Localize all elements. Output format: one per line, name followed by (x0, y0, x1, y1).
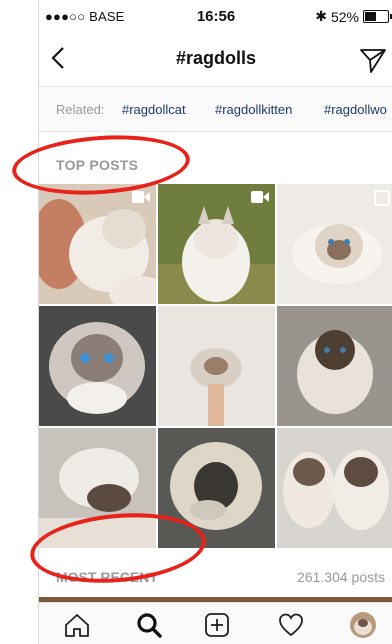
status-bar: ●●●○○ BASE 16:56 ✱ 52% (39, 0, 392, 32)
screenshot: ●●●○○ BASE 16:56 ✱ 52% #ragdolls Related… (0, 0, 392, 644)
page-title: #ragdolls (175, 48, 257, 68)
post-thumbnail[interactable] (158, 306, 275, 426)
video-icon (251, 190, 269, 204)
profile-avatar[interactable] (349, 611, 377, 639)
search-icon[interactable] (135, 611, 163, 639)
add-icon[interactable] (203, 611, 231, 639)
paper-plane-icon[interactable] (359, 46, 387, 74)
home-icon[interactable] (63, 611, 91, 639)
post-thumbnail[interactable] (277, 428, 392, 548)
battery-percent: 52% (330, 8, 359, 25)
post-thumbnail[interactable] (39, 184, 156, 304)
related-tag[interactable]: #ragdollcat (122, 102, 186, 117)
related-tag[interactable]: #ragdollkitten (215, 102, 292, 117)
tab-bar (39, 602, 392, 644)
nav-header: #ragdolls (39, 32, 392, 87)
bluetooth-icon: ✱ (315, 8, 327, 24)
status-right: ✱ 52% (315, 8, 392, 25)
heart-icon[interactable] (277, 611, 305, 639)
post-count: 261.304 posts (297, 569, 385, 585)
video-icon (132, 190, 150, 204)
post-thumbnail[interactable] (277, 184, 392, 304)
post-thumbnail[interactable] (39, 306, 156, 426)
related-tag[interactable]: #ragdollwo (324, 102, 387, 117)
related-label: Related: (56, 102, 105, 117)
post-thumbnail[interactable] (277, 306, 392, 426)
post-thumbnail[interactable] (158, 184, 275, 304)
battery-icon (363, 10, 392, 23)
related-tags-bar: Related: #ragdollcat #ragdollkitten #rag… (39, 87, 392, 132)
photo-grid (39, 184, 392, 550)
multi-post-icon (374, 190, 390, 206)
